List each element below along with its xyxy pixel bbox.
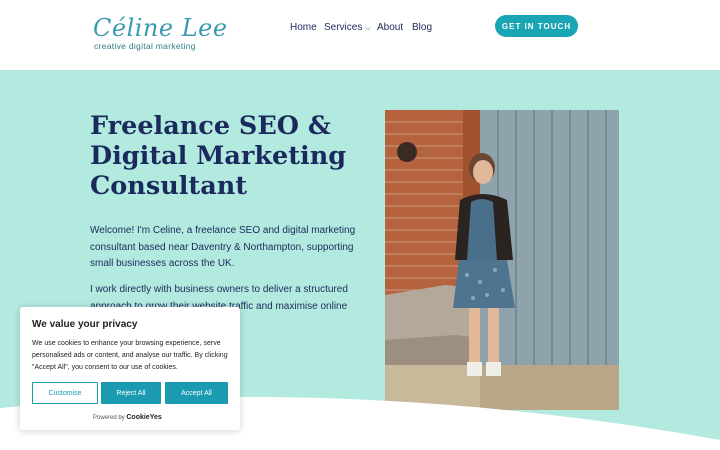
accept-all-button[interactable]: Accept All [165, 382, 228, 404]
nav-blog[interactable]: Blog [412, 22, 432, 33]
get-in-touch-button[interactable]: GET IN TOUCH [495, 15, 578, 37]
hero-intro: Welcome! I'm Celine, a freelance SEO and… [90, 225, 356, 269]
cookie-text: We use cookies to enhance your browsing … [32, 340, 228, 371]
hero-photo [385, 110, 619, 410]
logo-script: Céline Lee [93, 14, 228, 42]
nav-services-label: Services [324, 22, 363, 33]
hero-title-line: Freelance SEO & [90, 111, 331, 141]
powered-by: Powered by CookieYes [93, 414, 162, 421]
cookie-banner: We value your privacy We use cookies to … [20, 307, 240, 430]
hero-title-line: Digital Marketing [90, 141, 347, 171]
site-header: Céline Lee creative digital marketing Ho… [0, 0, 720, 70]
logo-tagline: creative digital marketing [94, 41, 196, 51]
customise-button[interactable]: Customise [32, 382, 98, 404]
nav-services[interactable]: Services ⌵ [324, 22, 371, 33]
nav-about[interactable]: About [377, 22, 403, 33]
hero-title: Freelance SEO & Digital Marketing Consul… [90, 111, 370, 201]
reject-all-button[interactable]: Reject All [101, 382, 161, 404]
chevron-down-icon: ⌵ [365, 24, 371, 32]
site-logo[interactable]: Céline Lee creative digital marketing [93, 14, 227, 54]
nav-home[interactable]: Home [290, 22, 317, 33]
cookie-title: We value your privacy [32, 319, 138, 330]
hero-title-line: Consultant [90, 171, 248, 201]
cookieyes-logo[interactable]: CookieYes [126, 414, 161, 421]
powered-by-label: Powered by [93, 415, 125, 421]
